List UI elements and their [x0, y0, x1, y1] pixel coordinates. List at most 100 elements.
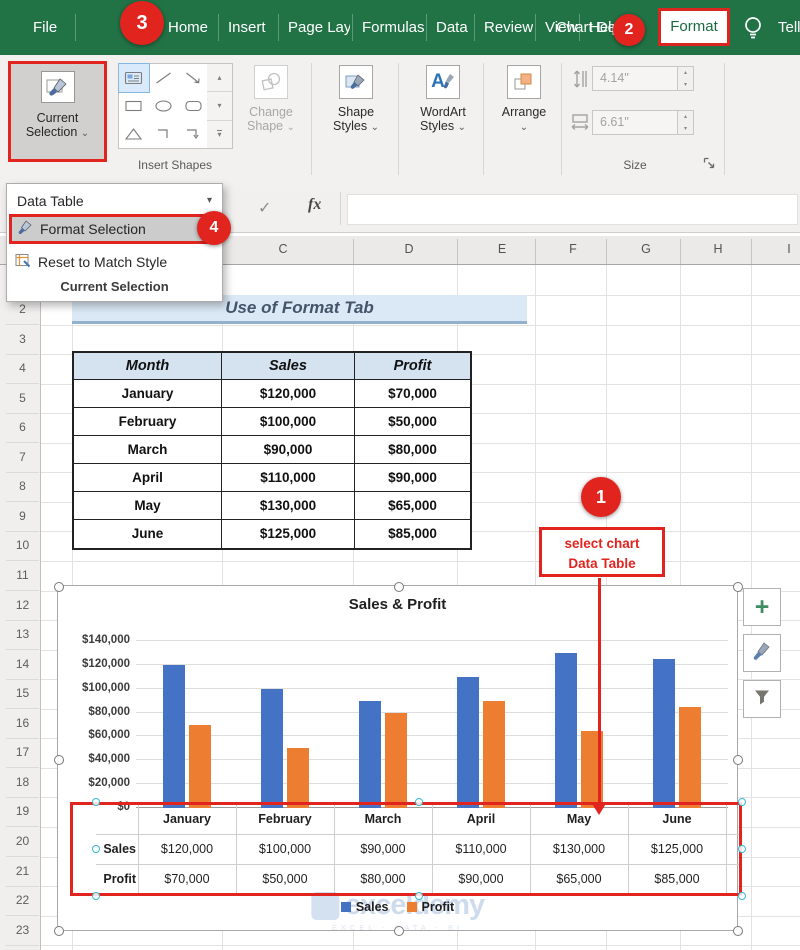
- gallery-scroll-up[interactable]: ▴: [207, 64, 232, 92]
- chart-styles-button[interactable]: [743, 634, 781, 672]
- row-header-13[interactable]: 13: [6, 620, 39, 650]
- chart-bar-profit-june[interactable]: [679, 707, 701, 808]
- legend-item-sales[interactable]: Sales: [341, 900, 389, 914]
- chart-bar-sales-march[interactable]: [359, 701, 381, 808]
- shape-textbox[interactable]: [119, 64, 149, 92]
- shape-line[interactable]: [149, 64, 179, 92]
- shape-rounded-rectangle[interactable]: [178, 92, 208, 120]
- chart-bar-profit-march[interactable]: [385, 713, 407, 808]
- row-header-6[interactable]: 6: [6, 413, 39, 443]
- row-header-18[interactable]: 18: [6, 768, 39, 798]
- chart-selection-handle[interactable]: [54, 926, 64, 936]
- fx-icon[interactable]: fx: [308, 196, 321, 214]
- chart-elements-button[interactable]: +: [743, 588, 781, 626]
- data-table-selection-handle[interactable]: [738, 845, 746, 853]
- row-header-9[interactable]: 9: [6, 502, 39, 532]
- column-header-e[interactable]: E: [477, 236, 527, 263]
- tab-format[interactable]: Format: [658, 8, 730, 46]
- shape-rectangle[interactable]: [119, 92, 149, 120]
- chart-selection-handle[interactable]: [54, 582, 64, 592]
- current-selection-button[interactable]: Current Selection ⌄: [8, 61, 107, 162]
- tab-formulas[interactable]: Formulas: [362, 0, 424, 55]
- row-header-12[interactable]: 12: [6, 591, 39, 621]
- chart-selection-handle[interactable]: [733, 755, 743, 765]
- tab-page-layout[interactable]: Page Layout: [288, 0, 350, 55]
- source-data-table[interactable]: MonthSalesProfitJanuary$120,000$70,000Fe…: [72, 351, 472, 550]
- row-header-11[interactable]: 11: [6, 561, 39, 591]
- shape-arrow[interactable]: [178, 64, 208, 92]
- tab-file[interactable]: File: [33, 0, 57, 55]
- shape-styles-button[interactable]: Shape Styles ⌄: [318, 63, 394, 133]
- shape-triangle[interactable]: [119, 120, 149, 148]
- column-header-g[interactable]: G: [621, 236, 671, 263]
- data-table-selection-handle[interactable]: [92, 892, 100, 900]
- row-header-8[interactable]: 8: [6, 472, 39, 502]
- chart-bar-sales-february[interactable]: [261, 689, 283, 808]
- legend-item-profit[interactable]: Profit: [407, 900, 455, 914]
- chart-legend[interactable]: Sales Profit: [58, 900, 737, 914]
- chart-object[interactable]: Sales & Profit exceldemy EXCEL - DATA - …: [57, 585, 738, 931]
- formula-input[interactable]: [347, 194, 798, 225]
- tab-insert[interactable]: Insert: [228, 0, 266, 55]
- column-header-f[interactable]: F: [548, 236, 598, 263]
- shape-elbow-connector[interactable]: [149, 120, 179, 148]
- shape-oval[interactable]: [149, 92, 179, 120]
- chart-bar-profit-january[interactable]: [189, 725, 211, 809]
- chart-bar-sales-january[interactable]: [163, 665, 185, 808]
- row-header-3[interactable]: 3: [6, 325, 39, 355]
- row-header-14[interactable]: 14: [6, 650, 39, 680]
- lightbulb-icon[interactable]: [742, 15, 764, 46]
- shape-height-field[interactable]: 4.14": [592, 66, 678, 91]
- chart-selection-handle[interactable]: [733, 926, 743, 936]
- chart-bar-sales-april[interactable]: [457, 677, 479, 808]
- data-table-selection-handle[interactable]: [415, 892, 423, 900]
- chart-selection-handle[interactable]: [733, 582, 743, 592]
- chart-selection-handle[interactable]: [394, 926, 404, 936]
- chart-filters-button[interactable]: [743, 680, 781, 718]
- chart-selection-handle[interactable]: [54, 755, 64, 765]
- tab-data[interactable]: Data: [436, 0, 468, 55]
- tab-review[interactable]: Review: [484, 0, 533, 55]
- chart-selection-handle[interactable]: [394, 582, 404, 592]
- data-table-selection-handle[interactable]: [415, 798, 423, 806]
- tab-tell-me[interactable]: Tell me: [778, 0, 800, 55]
- height-spinner[interactable]: ▴▾: [677, 66, 694, 91]
- format-selection-item[interactable]: Format Selection: [9, 214, 216, 244]
- chart-element-combo[interactable]: Data Table ▾: [17, 189, 214, 213]
- column-header-c[interactable]: C: [258, 236, 308, 263]
- row-header-7[interactable]: 7: [6, 443, 39, 473]
- chart-bar-profit-april[interactable]: [483, 701, 505, 808]
- gallery-more-button[interactable]: ▾: [207, 121, 232, 148]
- row-header-17[interactable]: 17: [6, 738, 39, 768]
- width-spinner[interactable]: ▴▾: [677, 110, 694, 135]
- row-header-23[interactable]: 23: [6, 916, 39, 946]
- chart-bar-sales-may[interactable]: [555, 653, 577, 808]
- change-shape-button[interactable]: Change Shape ⌄: [238, 63, 304, 133]
- chart-title[interactable]: Sales & Profit: [58, 596, 737, 613]
- row-header-15[interactable]: 15: [6, 679, 39, 709]
- data-table-selection-handle[interactable]: [738, 798, 746, 806]
- arrange-button[interactable]: Arrange ⌄: [490, 63, 558, 133]
- row-header-20[interactable]: 20: [6, 827, 39, 857]
- row-header-16[interactable]: 16: [6, 709, 39, 739]
- tab-home[interactable]: Home: [168, 0, 208, 55]
- chart-bar-profit-february[interactable]: [287, 748, 309, 808]
- row-header-19[interactable]: 19: [6, 797, 39, 827]
- shape-width-field[interactable]: 6.61": [592, 110, 678, 135]
- gallery-scroll-down[interactable]: ▾: [207, 92, 232, 120]
- enter-check-icon[interactable]: ✓: [258, 198, 271, 218]
- row-header-22[interactable]: 22: [6, 886, 39, 916]
- dropdown-arrow-icon[interactable]: ▾: [207, 189, 212, 213]
- row-header-4[interactable]: 4: [6, 354, 39, 384]
- row-header-10[interactable]: 10: [6, 531, 39, 561]
- shape-elbow-arrow-connector[interactable]: [178, 120, 208, 148]
- data-table-selection-handle[interactable]: [738, 892, 746, 900]
- size-dialog-launcher-icon[interactable]: [703, 156, 715, 174]
- chart-bar-sales-june[interactable]: [653, 659, 675, 808]
- row-header-21[interactable]: 21: [6, 857, 39, 887]
- data-table-selection-handle[interactable]: [92, 845, 100, 853]
- wordart-styles-button[interactable]: A WordArt Styles ⌄: [404, 63, 482, 133]
- row-header-5[interactable]: 5: [6, 384, 39, 414]
- data-table-selection-handle[interactable]: [92, 798, 100, 806]
- column-header-d[interactable]: D: [384, 236, 434, 263]
